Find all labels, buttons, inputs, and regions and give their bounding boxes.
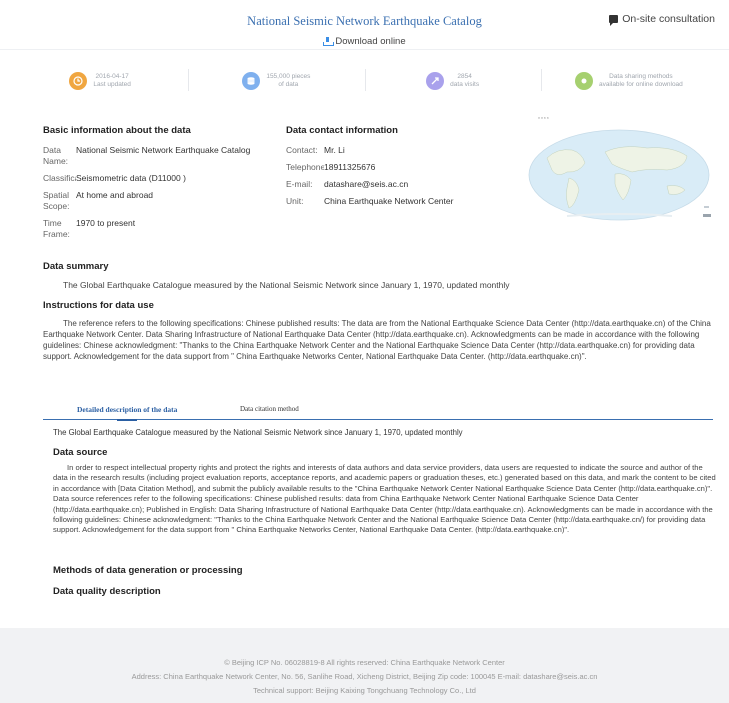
stat-last-updated: 2016-04-17 Last updated (12, 61, 188, 101)
contact-section: Data contact information Contact: Mr. Li … (286, 125, 496, 213)
contact-key: Unit: (286, 196, 304, 206)
description-text: The Global Earthquake Catalogue measured… (53, 428, 463, 437)
info-value: 1970 to present (76, 218, 136, 228)
onsite-consultation-label: On-site consultation (622, 13, 715, 25)
contact-row: Unit: China Earthquake Network Center (286, 196, 496, 207)
info-key: Data Name: (43, 145, 69, 166)
world-map-image (528, 129, 711, 221)
basic-info-section: Basic information about the data Data Na… (43, 125, 273, 246)
data-summary-text: The Global Earthquake Catalogue measured… (63, 280, 510, 290)
download-label: Download online (335, 36, 406, 47)
footer-address: Address: China Earthquake Network Center… (131, 672, 598, 681)
contact-row: E-mail: datashare@seis.ac.cn (286, 179, 496, 190)
contact-value: Mr. Li (324, 145, 345, 155)
stat-data-count: 155,000 pieces of data (188, 61, 364, 101)
data-summary-heading: Data summary (43, 261, 109, 272)
data-source-heading: Data source (53, 447, 108, 458)
methods-heading: Methods of data generation or processing (53, 565, 243, 576)
stat-label: available for online download (598, 81, 683, 88)
stat-value: 2016-04-17 (95, 73, 129, 80)
tab-detailed-description[interactable]: Detailed description of the data (77, 405, 177, 421)
info-key: Spatial Scope: (43, 190, 70, 211)
contact-key: Contact: (286, 145, 318, 155)
info-value: National Seismic Network Earthquake Cata… (76, 145, 251, 155)
contact-value: China Earthquake Network Center (324, 196, 454, 206)
stat-label: of data (278, 81, 299, 88)
info-key: Classification (43, 173, 76, 183)
footer: © Beijing ICP No. 06028819-8 All rights … (0, 628, 729, 703)
info-row: Data Name: National Seismic Network Earth… (43, 145, 273, 167)
download-icon (323, 37, 335, 46)
download-online-button[interactable]: Download online (0, 36, 729, 47)
contact-key: Telephone (286, 162, 324, 172)
instructions-heading: Instructions for data use (43, 300, 154, 311)
contact-value: 18911325676 (324, 162, 376, 172)
database-icon (242, 72, 261, 90)
onsite-consultation-button[interactable]: On-site consultation (609, 13, 715, 26)
contact-heading: Data contact information (286, 125, 398, 136)
info-key: Time Frame: (43, 218, 70, 239)
tab-data-citation[interactable]: Data citation method (240, 405, 299, 413)
quality-heading: Data quality description (53, 586, 161, 597)
visits-icon (426, 72, 445, 90)
instructions-text: The reference refers to the following sp… (43, 319, 711, 361)
map-label: **** (538, 117, 550, 123)
page: National Seismic Network Earthquake Cata… (0, 0, 729, 703)
stat-label: Last updated (93, 81, 131, 88)
stats-strip: 2016-04-17 Last updated 155,000 pieces of … (12, 61, 717, 101)
header: National Seismic Network Earthquake Cata… (0, 0, 729, 50)
share-icon (574, 72, 593, 90)
stat-value: Data sharing methods (609, 73, 673, 80)
contact-key: E-mail: (286, 179, 313, 189)
description-tabs: Detailed description of the data Data ci… (43, 401, 713, 421)
stat-sharing-method: Data sharing methods available for online… (540, 61, 717, 101)
basic-info-heading: Basic information about the data (43, 125, 191, 136)
contact-row: Contact: Mr. Li (286, 145, 496, 156)
stat-value: 155,000 pieces (266, 73, 311, 80)
info-value: At home and abroad (76, 190, 154, 200)
footer-tech-support: Technical support: Beijing Kaixing Tongc… (253, 686, 476, 695)
stat-value: 2854 (457, 73, 472, 80)
stat-label: data visits (450, 81, 480, 88)
stat-data-visits: 2854 data visits (364, 61, 541, 101)
info-value: Seismometric data (D11000 ) (76, 173, 186, 183)
data-source-text: In order to respect intellectual propert… (53, 463, 716, 535)
chat-icon (609, 15, 619, 26)
clock-icon (69, 72, 88, 90)
info-row: Time Frame: 1970 to present (43, 218, 273, 240)
footer-copyright: © Beijing ICP No. 06028819-8 All rights … (224, 658, 505, 667)
info-row: ClassificationSeismometric data (D11000 … (43, 173, 273, 184)
contact-value: datashare@seis.ac.cn (324, 179, 409, 189)
info-row: Spatial Scope: At home and abroad (43, 190, 273, 212)
contact-row: Telephone 18911325676 (286, 162, 496, 173)
